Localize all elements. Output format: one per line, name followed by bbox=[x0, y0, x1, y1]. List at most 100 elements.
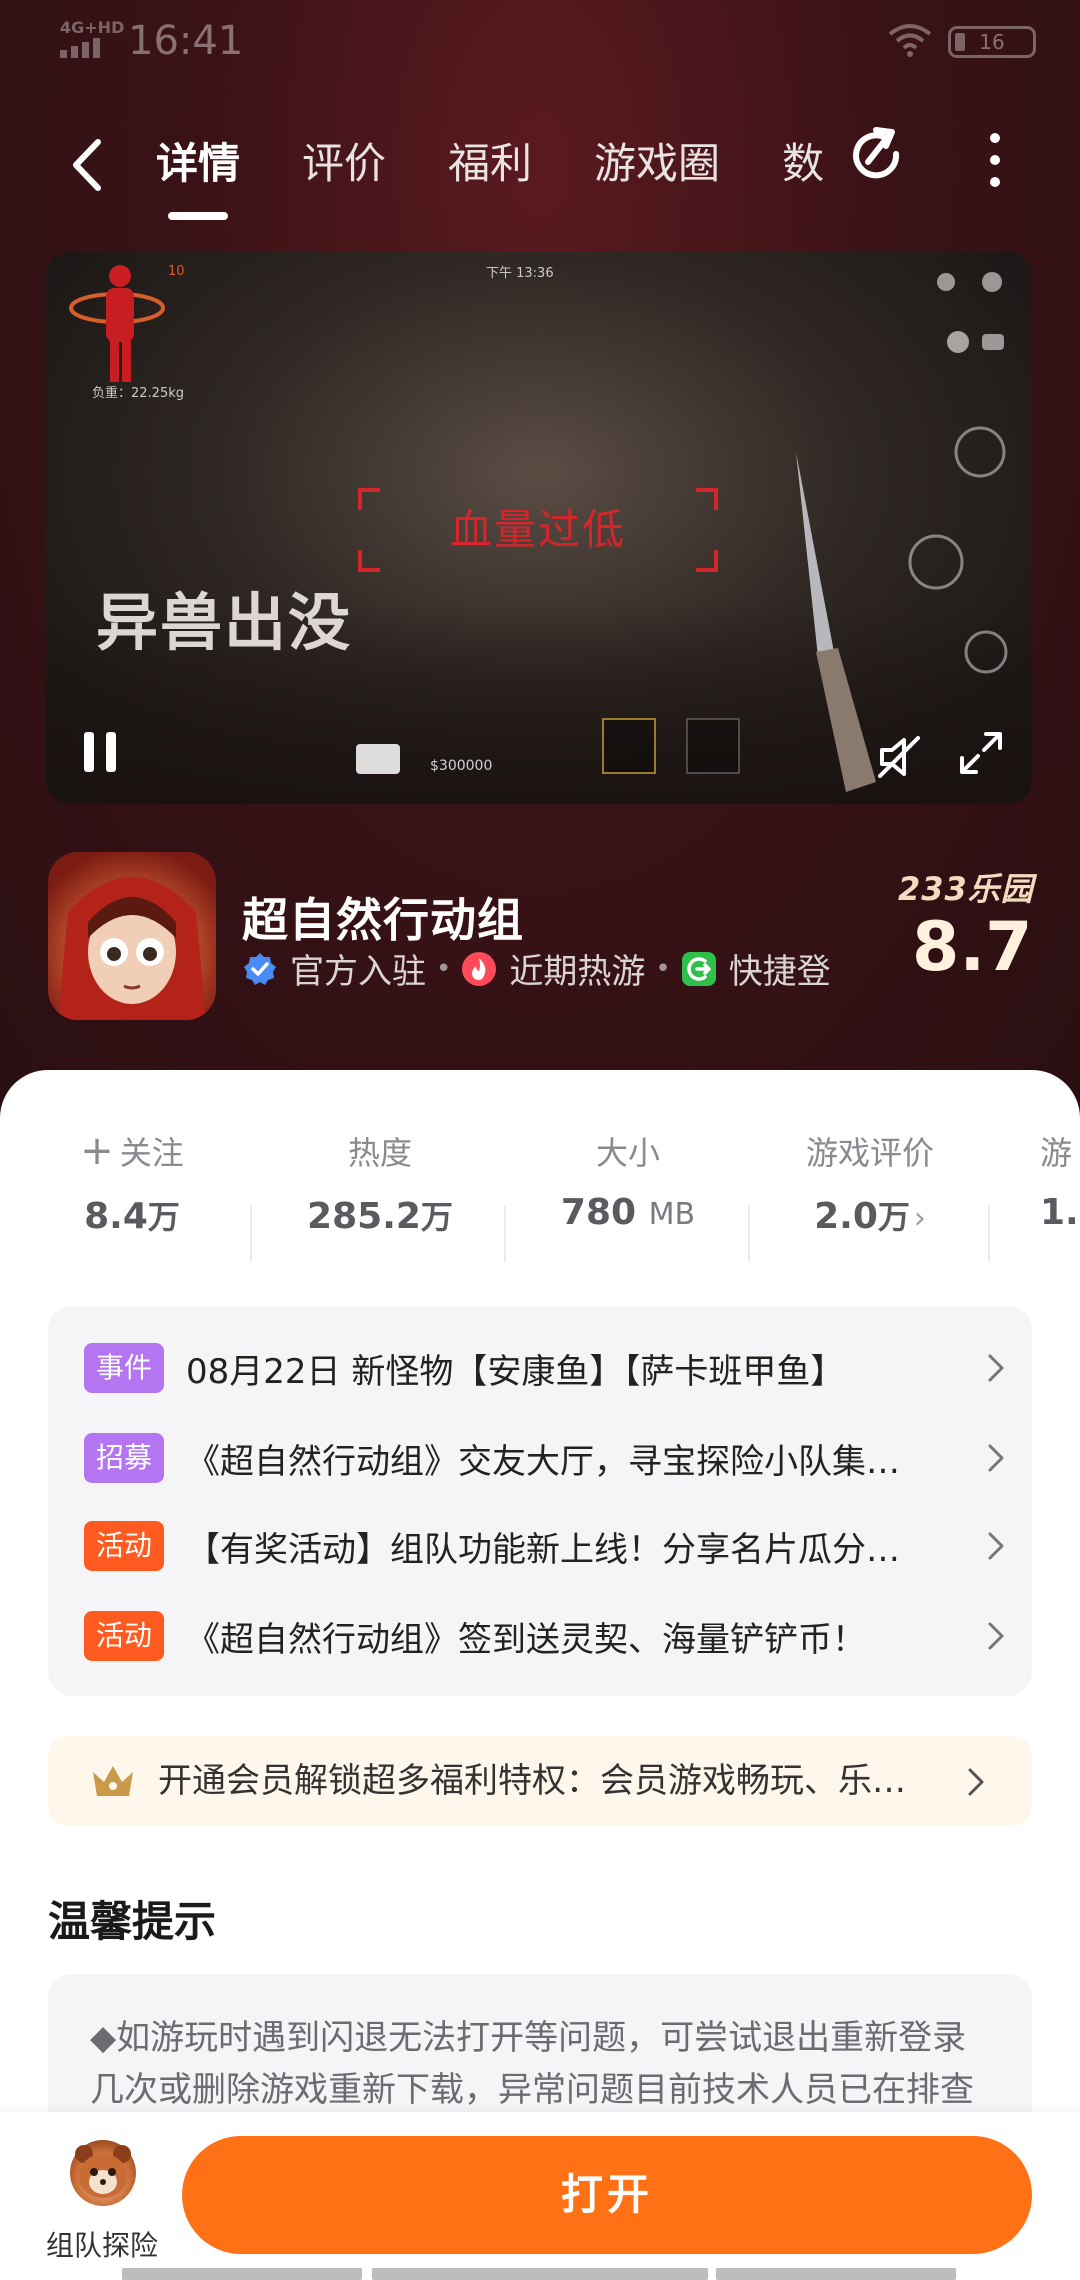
quick-login-icon bbox=[681, 951, 716, 986]
status-bar: 4G+HD 16:41 16 bbox=[0, 0, 1080, 86]
clock: 16:41 bbox=[128, 18, 244, 64]
medkit-icon bbox=[356, 744, 400, 774]
crown-icon bbox=[93, 1766, 133, 1796]
rating-brand-logo: 233乐园 bbox=[898, 870, 1034, 908]
hud-time: 下午 13:36 bbox=[486, 266, 554, 281]
event-row[interactable]: 事件 08月22日 新怪物【安康鱼】【萨卡班甲鱼】 bbox=[84, 1340, 1014, 1396]
rating-score[interactable]: 8.7 bbox=[912, 908, 1032, 987]
hud-items: $300000 bbox=[356, 714, 741, 774]
item-slot bbox=[686, 718, 741, 774]
tag-separator: • bbox=[655, 953, 671, 984]
event-text: 08月22日 新怪物【安康鱼】【萨卡班甲鱼】 bbox=[186, 1351, 845, 1392]
tab-welfare[interactable]: 福利 bbox=[448, 110, 532, 230]
tag-separator: • bbox=[436, 953, 452, 984]
stats-row: + 关注 8.4万 热度 285.2万 大小 780 MB 游戏评价 2.0万 › … bbox=[0, 1128, 1080, 1262]
wifi-icon bbox=[888, 24, 932, 57]
nav-indicator bbox=[372, 2268, 708, 2280]
chevron-right-icon bbox=[988, 1532, 1004, 1560]
flame-icon bbox=[462, 951, 497, 986]
event-badge: 活动 bbox=[84, 1611, 165, 1661]
stat-reviews-value: 2.0万 › bbox=[814, 1196, 926, 1237]
event-text: 《超自然行动组》交友大厅，寻宝探险小队集… bbox=[186, 1441, 901, 1482]
event-row[interactable]: 活动 【有奖活动】组队功能新上线！分享名片瓜分… bbox=[84, 1518, 1014, 1574]
stat-reviews[interactable]: 游戏评价 2.0万 › bbox=[790, 1128, 950, 1248]
tab-reviews[interactable]: 评价 bbox=[302, 110, 386, 230]
raccoon-icon bbox=[75, 2145, 131, 2198]
hud-hp: 10 bbox=[168, 264, 185, 279]
stat-follow[interactable]: + 关注 8.4万 bbox=[62, 1128, 202, 1248]
stat-follow-label: + 关注 bbox=[80, 1128, 184, 1174]
chevron-right-icon bbox=[968, 1768, 984, 1796]
video-banner-text: 异兽出没 bbox=[96, 586, 353, 659]
network-indicator: 4G+HD bbox=[60, 18, 125, 37]
tips-title: 温馨提示 bbox=[48, 1897, 217, 1946]
pause-icon[interactable] bbox=[80, 728, 120, 776]
health-figure-icon bbox=[69, 265, 165, 382]
team-avatar[interactable] bbox=[70, 2140, 136, 2206]
stat-partial-label: 游 bbox=[1040, 1134, 1073, 1172]
stat-follow-value: 8.4万 bbox=[84, 1196, 180, 1237]
tab-bar: 详情 评价 福利 游戏圈 数 bbox=[156, 110, 836, 230]
event-badge: 事件 bbox=[84, 1343, 165, 1393]
tab-game-circle[interactable]: 游戏圈 bbox=[594, 110, 720, 230]
stat-heat-value: 285.2万 bbox=[307, 1196, 453, 1237]
stat-heat-label: 热度 bbox=[347, 1134, 412, 1172]
hud-money: $300000 bbox=[430, 758, 493, 774]
chevron-right-icon bbox=[988, 1622, 1004, 1650]
hud-weight: 负重：22.25kg bbox=[92, 386, 184, 401]
chevron-right-icon bbox=[988, 1354, 1004, 1382]
team-label[interactable]: 组队探险 bbox=[46, 2224, 158, 2264]
tag-official[interactable]: 官方入驻 bbox=[242, 944, 426, 993]
event-row[interactable]: 活动 《超自然行动组》签到送灵契、海量铲铲币！ bbox=[84, 1608, 1014, 1664]
event-badge: 活动 bbox=[84, 1521, 165, 1571]
tag-quick-login[interactable]: 快捷登 bbox=[681, 944, 831, 993]
detail-sheet: + 关注 8.4万 热度 285.2万 大小 780 MB 游戏评价 2.0万 › … bbox=[0, 1070, 1080, 2280]
hud-side-icons bbox=[908, 272, 1008, 674]
event-text: 【有奖活动】组队功能新上线！分享名片瓜分… bbox=[186, 1529, 901, 1570]
mute-icon[interactable] bbox=[874, 732, 924, 782]
app-icon-art bbox=[58, 877, 206, 1020]
plus-icon: + bbox=[80, 1128, 114, 1174]
vip-banner[interactable]: 开通会员解锁超多福利特权：会员游戏畅玩、乐… bbox=[48, 1736, 1032, 1826]
low-health-warning: 血量过低 bbox=[358, 488, 718, 572]
events-panel: 事件 08月22日 新怪物【安康鱼】【萨卡班甲鱼】 招募 《超自然行动组》交友大… bbox=[48, 1306, 1032, 1696]
stat-reviews-label: 游戏评价 bbox=[805, 1134, 934, 1172]
stat-heat: 热度 285.2万 bbox=[290, 1128, 470, 1248]
stat-divider bbox=[504, 1206, 506, 1262]
event-badge: 招募 bbox=[84, 1433, 165, 1483]
item-slot bbox=[602, 718, 657, 774]
tag-hot-label: 近期热游 bbox=[509, 952, 646, 992]
event-row[interactable]: 招募 《超自然行动组》交友大厅，寻宝探险小队集… bbox=[84, 1430, 1014, 1486]
knife-graphic bbox=[796, 452, 876, 792]
stat-divider bbox=[250, 1206, 252, 1262]
chevron-right-icon bbox=[988, 1444, 1004, 1472]
tag-official-label: 官方入驻 bbox=[290, 952, 426, 992]
tab-more-partial[interactable]: 数 bbox=[782, 110, 824, 230]
verified-icon bbox=[244, 952, 276, 985]
tag-hot[interactable]: 近期热游 bbox=[461, 944, 645, 993]
event-text: 《超自然行动组》签到送灵契、海量铲铲币！ bbox=[186, 1619, 867, 1660]
share-icon[interactable] bbox=[846, 124, 910, 188]
app-tags: 官方入驻 • 近期热游 • 快捷登 bbox=[242, 944, 831, 993]
nav-indicator bbox=[716, 2268, 956, 2280]
battery-icon: 16 bbox=[948, 26, 1036, 58]
stat-size: 大小 780 MB bbox=[546, 1128, 710, 1248]
app-icon bbox=[48, 852, 216, 1020]
stat-partial-value: 1.0 bbox=[1040, 1192, 1080, 1233]
battery-level: 16 bbox=[979, 30, 1005, 54]
bottom-action-bar: 组队探险 打开 bbox=[0, 2112, 1080, 2280]
top-nav: 详情 评价 福利 游戏圈 数 bbox=[0, 110, 1080, 230]
signal-icon bbox=[60, 38, 100, 58]
chevron-right-icon: › bbox=[913, 1201, 926, 1236]
stat-size-label: 大小 bbox=[595, 1134, 660, 1172]
vip-text: 开通会员解锁超多福利特权：会员游戏畅玩、乐… bbox=[158, 1761, 906, 1801]
stat-divider bbox=[988, 1206, 990, 1262]
more-icon[interactable] bbox=[980, 128, 1010, 192]
stat-size-value: 780 MB bbox=[560, 1192, 696, 1233]
open-button[interactable]: 打开 bbox=[182, 2136, 1032, 2254]
tab-details[interactable]: 详情 bbox=[156, 110, 240, 230]
fullscreen-icon[interactable] bbox=[958, 730, 1004, 776]
back-icon[interactable] bbox=[62, 130, 112, 200]
video-player[interactable]: 10 负重：22.25kg 下午 13:36 血量过低 异兽出没 $300000 bbox=[46, 252, 1032, 804]
app-name: 超自然行动组 bbox=[242, 893, 524, 947]
